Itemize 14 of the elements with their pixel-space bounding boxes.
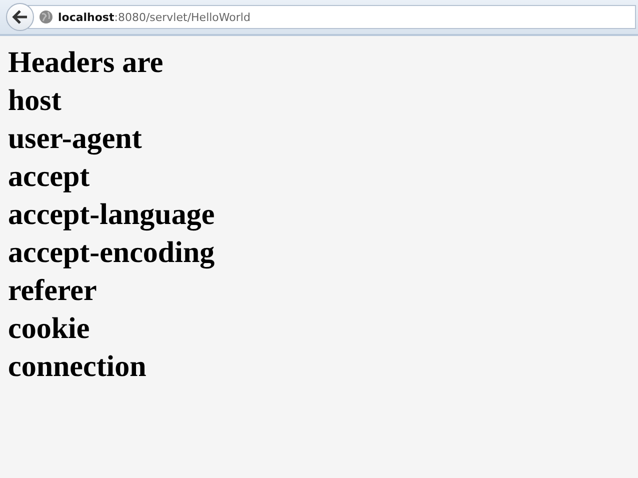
header-name: cookie — [8, 311, 91, 347]
header-name: accept-encoding — [8, 235, 216, 271]
header-name: accept — [8, 159, 91, 195]
header-name: accept-language — [8, 197, 216, 233]
page-heading: Headers are — [8, 45, 164, 81]
address-field[interactable]: localhost:8080/servlet/HelloWorld — [28, 5, 636, 29]
header-name: user-agent — [8, 121, 143, 157]
globe-icon — [39, 10, 53, 24]
back-button[interactable] — [6, 3, 34, 31]
url-text: localhost:8080/servlet/HelloWorld — [58, 10, 250, 24]
header-name: host — [8, 83, 62, 119]
back-arrow-icon — [12, 10, 28, 24]
header-name: referer — [8, 273, 98, 309]
header-name: connection — [8, 349, 148, 385]
